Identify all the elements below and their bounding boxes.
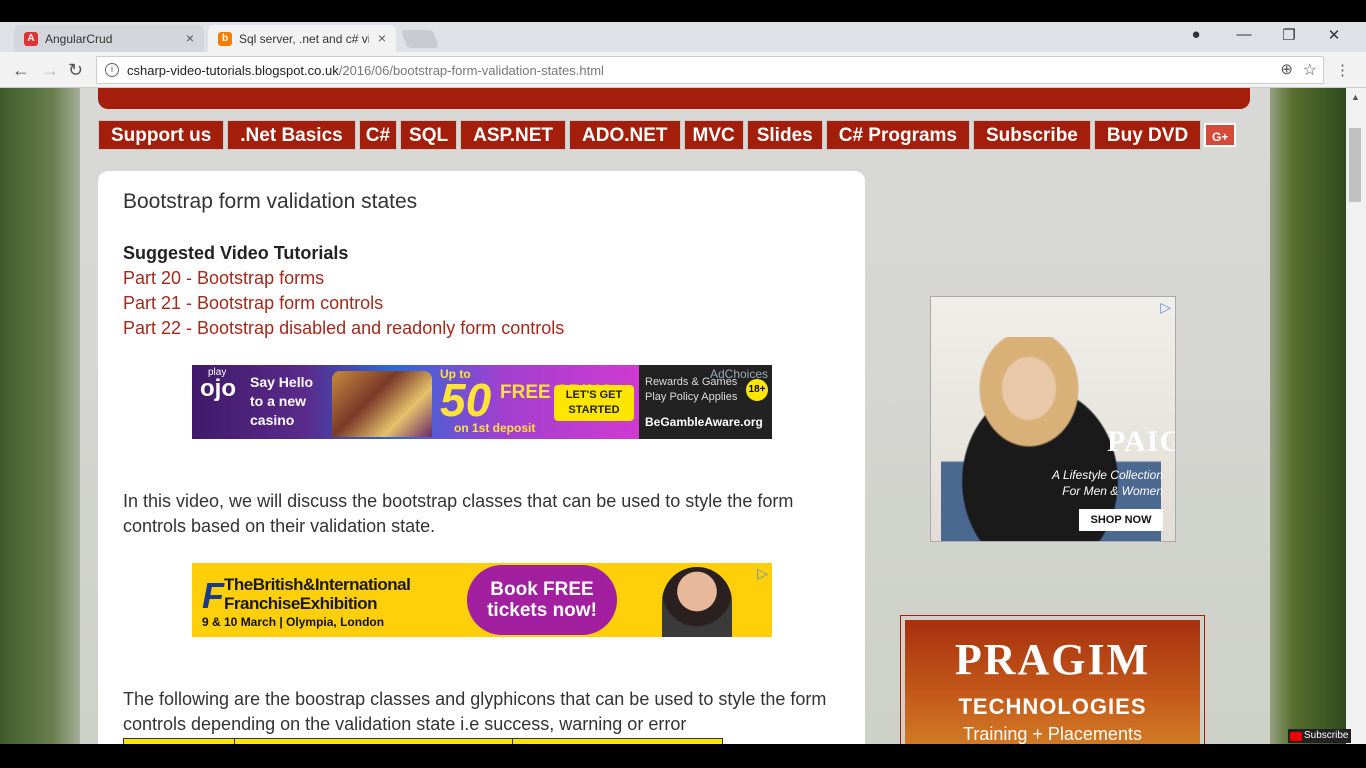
ad-text: Say Hello to a new casino <box>250 374 314 428</box>
pragim-banner[interactable]: PRAGIM TECHNOLOGIES Training + Placement… <box>900 615 1205 744</box>
reload-icon[interactable]: ↻ <box>68 60 83 81</box>
tab-strip: A AngularCrud × b Sql server, .net and c… <box>0 22 1366 52</box>
nav-adonet[interactable]: ADO.NET <box>569 120 681 150</box>
franchise-exhibition-ad[interactable]: F TheBritish&International FranchiseExhi… <box>192 563 772 637</box>
subscribe-label: Subscribe <box>1304 730 1349 741</box>
ad-deposit: on 1st deposit <box>454 421 536 435</box>
forward-icon[interactable]: → <box>41 60 59 81</box>
tab-sql-server[interactable]: b Sql server, .net and c# vi × <box>208 25 396 52</box>
pragim-tech: TECHNOLOGIES <box>958 694 1147 719</box>
ad-tagline: A Lifestyle Collection For Men & Women <box>1052 468 1163 498</box>
classes-paragraph: The following are the boostrap classes a… <box>123 689 827 734</box>
ad-brand: PAIGE <box>1107 425 1175 458</box>
ad-shop-now-button[interactable]: SHOP NOW <box>1079 509 1163 531</box>
bottom-bar <box>0 744 1366 768</box>
nav-mvc[interactable]: MVC <box>683 120 744 150</box>
page-viewport: Support us .Net Basics C# SQL ASP.NET AD… <box>0 88 1346 744</box>
zoom-icon[interactable]: ⊕ <box>1280 60 1293 78</box>
site-header-bar <box>98 88 1250 109</box>
youtube-subscribe-button[interactable]: Subscribe <box>1288 729 1352 743</box>
close-window-icon[interactable]: ✕ <box>1324 26 1344 44</box>
ad-characters-image <box>332 371 432 437</box>
adchoices-icon[interactable]: ▷ <box>757 565 768 582</box>
nav-subscribe[interactable]: Subscribe <box>973 120 1091 150</box>
nav-sql[interactable]: SQL <box>400 120 458 150</box>
suggested-heading: Suggested Video Tutorials <box>123 243 349 263</box>
ad-number: 50 <box>440 374 492 426</box>
nav-slides[interactable]: Slides <box>746 120 823 150</box>
tab-title: AngularCrud <box>45 31 113 46</box>
ad-banner-right: AdChoices Rewards & Games Play Policy Ap… <box>639 365 772 439</box>
url-path: /2016/06/bootstrap-form-validation-state… <box>338 62 604 78</box>
tab-angularcrud[interactable]: A AngularCrud × <box>14 25 204 52</box>
nav-support-us[interactable]: Support us <box>98 120 225 150</box>
intro-paragraph: In this video, we will discuss the boots… <box>123 491 794 536</box>
close-tab-icon[interactable]: × <box>378 30 386 46</box>
new-tab-button[interactable] <box>400 30 440 48</box>
paige-fashion-ad[interactable]: ▷ PAIGE A Lifestyle Collection For Men &… <box>930 296 1176 542</box>
ad-person-image <box>662 567 732 637</box>
restore-icon[interactable]: ❐ <box>1279 26 1299 44</box>
ad-book-tickets-button[interactable]: Book FREE tickets now! <box>467 565 617 635</box>
pragim-training: Training + Placements <box>963 724 1142 744</box>
scroll-thumb[interactable] <box>1349 128 1361 202</box>
ad-small-print: Rewards & Games Play Policy Applies <box>645 376 738 403</box>
link-part-20[interactable]: Part 20 - Bootstrap forms <box>123 268 324 289</box>
scroll-up-icon[interactable]: ▲ <box>1351 92 1360 102</box>
franchise-logo-icon: F <box>202 575 224 616</box>
ad-banner-left: play ojo Say Hello to a new casino Up to… <box>192 365 639 439</box>
screen: A AngularCrud × b Sql server, .net and c… <box>0 0 1366 768</box>
tab-title: Sql server, .net and c# vi <box>239 31 369 46</box>
info-icon[interactable]: i <box>105 63 119 77</box>
age-badge: 18+ <box>746 379 768 401</box>
address-bar[interactable]: i csharp-video-tutorials.blogspot.co.uk /… <box>96 56 1324 84</box>
ad-get-started-button[interactable]: LET'S GET STARTED <box>554 385 634 421</box>
post-title: Bootstrap form validation states <box>123 190 418 213</box>
ad-exhibition-name: TheBritish&International FranchiseExhibi… <box>224 575 411 613</box>
url-host: csharp-video-tutorials.blogspot.co.uk <box>127 62 339 78</box>
bookmark-star-icon[interactable]: ☆ <box>1303 60 1317 80</box>
back-icon[interactable]: ← <box>12 60 30 81</box>
minimize-icon[interactable]: — <box>1234 26 1254 43</box>
ad-exhibition-date: 9 & 10 March | Olympia, London <box>202 615 385 629</box>
blogger-icon: b <box>218 31 232 46</box>
ad-gamble-aware: BeGambleAware.org <box>645 415 763 429</box>
nav-csharp[interactable]: C# <box>358 120 398 150</box>
browser-toolbar: ← → ↻ i csharp-video-tutorials.blogspot.… <box>0 52 1366 88</box>
angular-icon: A <box>24 31 38 46</box>
pragim-name: PRAGIM <box>954 635 1151 684</box>
site-navbar: Support us .Net Basics C# SQL ASP.NET AD… <box>98 120 1237 150</box>
post-card: Bootstrap form validation states Suggest… <box>98 171 865 744</box>
profile-icon[interactable]: ● <box>1186 26 1206 43</box>
pragim-banner-inner: PRAGIM TECHNOLOGIES Training + Placement… <box>905 620 1200 744</box>
chrome-menu-icon[interactable]: ⋮ <box>1335 61 1350 79</box>
nav-buy-dvd[interactable]: Buy DVD <box>1093 120 1202 150</box>
nav-net-basics[interactable]: .Net Basics <box>227 120 356 150</box>
close-tab-icon[interactable]: × <box>186 30 194 46</box>
google-plus-icon[interactable]: G+ <box>1204 123 1237 147</box>
ojo-casino-ad[interactable]: play ojo Say Hello to a new casino Up to… <box>192 365 772 439</box>
youtube-icon <box>1290 731 1302 741</box>
link-part-22[interactable]: Part 22 - Bootstrap disabled and readonl… <box>123 318 564 339</box>
ojo-logo: ojo <box>200 375 236 402</box>
nav-csharp-programs[interactable]: C# Programs <box>825 120 970 150</box>
page-scrollbar[interactable]: ▲ <box>1346 88 1366 744</box>
link-part-21[interactable]: Part 21 - Bootstrap form controls <box>123 293 383 314</box>
adchoices-icon[interactable]: ▷ <box>1160 299 1171 316</box>
nav-aspnet[interactable]: ASP.NET <box>460 120 566 150</box>
